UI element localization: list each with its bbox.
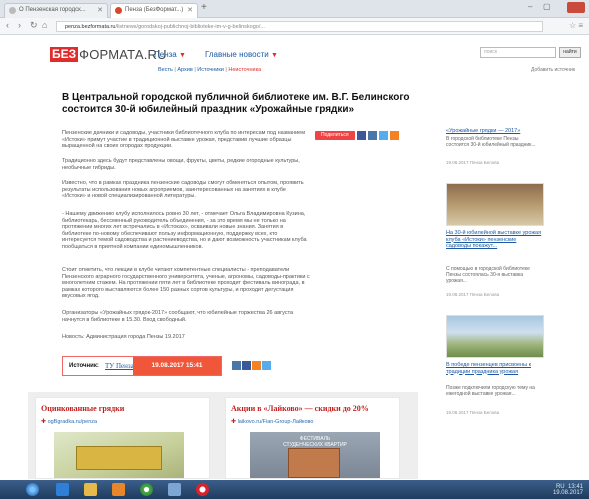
reload-icon[interactable]: ↻ (30, 20, 38, 31)
sidebar-news-link[interactable]: На 30-й юбилейной выставке урожая клуба … (446, 230, 542, 250)
article-paragraph: - Нашему движению клубу исполнилось ровн… (62, 211, 307, 250)
nav-sources-link[interactable]: Источники (197, 67, 224, 73)
sidebar-news-text: В городской библиотеке Пензы состоится 3… (446, 136, 536, 148)
sidebar-news-text: С помощью в городской библиотеке Пензы с… (446, 266, 530, 284)
window-close-button[interactable] (567, 2, 585, 13)
facebook-icon[interactable] (242, 361, 251, 370)
top-news-menu[interactable]: Главные новости ▼ (205, 50, 278, 59)
odnoklassniki-icon[interactable] (252, 361, 261, 370)
ad-card[interactable]: Оцинкованные грядки ✚ ogBgradka.ru/penza (35, 397, 210, 479)
building-graphic (288, 448, 340, 478)
sidebar-news-image[interactable] (446, 183, 544, 226)
new-tab-button[interactable]: + (201, 2, 207, 13)
browser-tab-active[interactable]: Пенза (БезФормат...) ✕ (110, 3, 198, 18)
article-paragraph: Стоит отметить, что лекции в клубе читаю… (62, 267, 310, 299)
back-icon[interactable]: ‹ (6, 20, 9, 30)
ad-title[interactable]: Оцинкованные грядки (41, 404, 124, 413)
nav-all-link[interactable]: Весть (158, 67, 173, 73)
ad-source[interactable]: ✚ laikovo.ru/Fian-Group-Лайково (231, 418, 313, 425)
sidebar-news-link[interactable]: «Урожайные грядки — 2017» (446, 128, 542, 135)
facebook-icon[interactable] (356, 131, 366, 140)
article-paragraph: Организаторы «Урожайных грядок-2017» соо… (62, 310, 294, 323)
twitter-icon[interactable] (262, 361, 271, 370)
twitter-icon[interactable] (378, 131, 388, 140)
tab-close-icon[interactable]: ✕ (187, 4, 193, 17)
sub-navigation: Весть | Архив | Источники | Неисточника (158, 67, 262, 73)
favicon-icon (9, 7, 16, 14)
app-window-icon[interactable] (168, 483, 181, 496)
ad-source[interactable]: ✚ ogBgradka.ru/penza (41, 418, 97, 425)
ad-card[interactable]: Акции в «Лайково» — скидки до 20% ✚ laik… (225, 397, 400, 479)
maximize-icon[interactable]: ▢ (543, 2, 551, 11)
chevron-down-icon: ▼ (178, 52, 186, 59)
ad-image[interactable]: ФЕСТИВАЛЬ СТУДЕНЧЕСКИХ КВАРТИР (250, 432, 380, 478)
internet-explorer-icon[interactable] (56, 483, 69, 496)
folder-icon[interactable] (84, 483, 97, 496)
system-tray[interactable]: RU 13:41 19.08.2017 (553, 484, 583, 496)
tab-close-icon[interactable]: ✕ (97, 4, 103, 17)
ad-marker-icon: ✚ (41, 419, 47, 425)
search-input[interactable]: поиск (480, 47, 556, 58)
article-paragraph: Новость: Администрация города Пензы 19.2… (62, 334, 185, 340)
sidebar-news-image[interactable] (446, 315, 544, 358)
source-label: Источник: (69, 363, 99, 369)
os-taskbar: RU 13:41 19.08.2017 (0, 480, 589, 499)
article-headline: В Центральной городской публичной библио… (62, 92, 410, 115)
odnoklassniki-icon[interactable] (389, 131, 399, 140)
tab-label: О Пензенская городск... (19, 7, 86, 13)
vk-icon[interactable] (232, 361, 241, 370)
city-select[interactable]: Пенза ▼ (154, 50, 186, 59)
search-button[interactable]: найти (559, 47, 581, 58)
share-bar: Поделиться (315, 130, 425, 141)
ad-image-caption: ФЕСТИВАЛЬ СТУДЕНЧЕСКИХ КВАРТИР (283, 436, 347, 448)
publish-date: 19.08.2017 15:41 (133, 357, 221, 375)
sidebar-news-date: 19.08.2017 Пенза Белова (446, 410, 500, 415)
home-icon[interactable]: ⌂ (42, 20, 47, 30)
tab-label: Пенза (БезФормат...) (125, 7, 184, 13)
article-paragraph: Традиционно здесь будут представлены ово… (62, 158, 300, 171)
url-input[interactable]: penza.bezformata.ru/listnews/gorodskoj-p… (56, 21, 543, 32)
site-logo[interactable]: БЕЗ ФОРМАТА.RU (50, 46, 167, 62)
opera-icon[interactable] (196, 483, 209, 496)
article-paragraph: Пензенские дачники и садоводы, участники… (62, 130, 306, 149)
sidebar-news-date: 19.08.2017 Пенза Белова (446, 160, 500, 165)
ad-title[interactable]: Акции в «Лайково» — скидки до 20% (231, 404, 369, 413)
minimize-icon[interactable]: – (528, 2, 532, 11)
sidebar-news-link[interactable]: В победе пензенцев присвоены к традиции … (446, 362, 542, 375)
sidebar-news-text: Позже подключили городскую тему на ежего… (446, 385, 535, 397)
share-bar (232, 361, 272, 370)
browser-menu-icon[interactable]: ☆ ≡ (569, 21, 583, 30)
start-icon[interactable] (26, 483, 39, 496)
browser-address-bar: ‹ › ↻ ⌂ penza.bezformata.ru/listnews/gor… (0, 18, 589, 35)
sidebar-news-date: 19.08.2017 Пенза Белова (446, 292, 500, 297)
ad-marker-icon: ✚ (231, 419, 237, 425)
forward-icon[interactable]: › (18, 20, 21, 30)
article-paragraph: Известно, что в рамках праздника пензенс… (62, 180, 304, 199)
ad-image[interactable] (54, 432, 184, 478)
nav-events-link[interactable]: Неисточника (228, 67, 261, 73)
clock-date: 19.08.2017 (552, 490, 583, 496)
add-source-link[interactable]: Добавить источник (531, 67, 575, 73)
vk-icon[interactable] (367, 131, 377, 140)
browser-tab-bar: О Пензенская городск... ✕ Пенза (БезФорм… (0, 0, 589, 18)
chevron-down-icon: ▼ (270, 52, 278, 59)
share-button[interactable]: Поделиться (315, 131, 355, 140)
chrome-icon[interactable] (140, 483, 153, 496)
browser-tab[interactable]: О Пензенская городск... ✕ (4, 3, 108, 18)
favicon-icon (115, 7, 122, 14)
media-player-icon[interactable] (112, 483, 125, 496)
nav-archive-link[interactable]: Архив (177, 67, 192, 73)
